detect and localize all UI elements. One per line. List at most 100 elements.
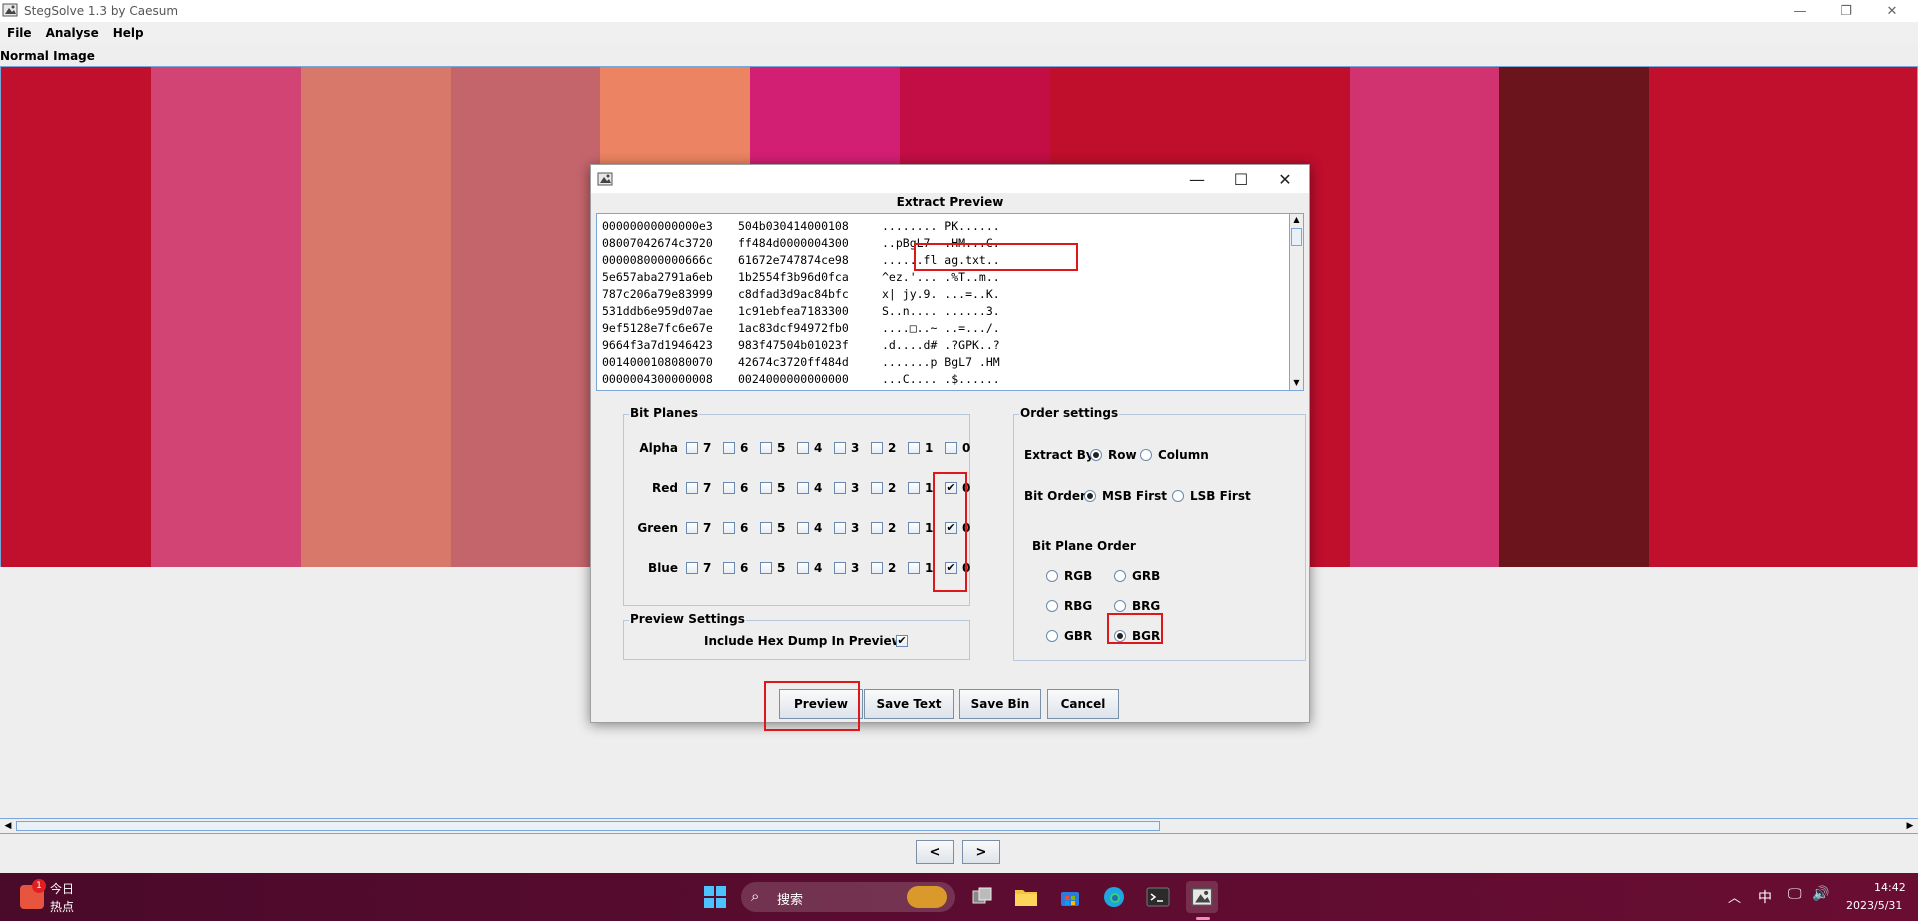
save-text-button[interactable]: Save Text	[864, 689, 954, 719]
bitplane-alpha-bit1-checkbox[interactable]	[908, 442, 920, 454]
bitplane-green-bit2-checkbox[interactable]	[871, 522, 883, 534]
image-stripe	[1349, 67, 1500, 567]
bitplane-blue-bit6-checkbox[interactable]	[723, 562, 735, 574]
bitplane-red-bit1-checkbox[interactable]	[908, 482, 920, 494]
prev-plane-button[interactable]: <	[916, 840, 954, 864]
hex-offset: 0014000108080070	[602, 355, 713, 369]
dialog-title-bar: — ☐ ✕	[591, 165, 1309, 193]
edge-icon[interactable]	[1098, 881, 1130, 913]
plane-order-rgb-label: RGB	[1064, 569, 1093, 583]
hex-bytes: 0024000000000000	[738, 372, 849, 386]
bitplane-green-bit5-checkbox[interactable]	[760, 522, 772, 534]
bitplane-blue-bit1-checkbox[interactable]	[908, 562, 920, 574]
widget-title[interactable]: 今日	[50, 880, 74, 897]
next-plane-button[interactable]: >	[962, 840, 1000, 864]
scroll-right-icon[interactable]: ▶	[1903, 819, 1917, 833]
bitplane-green-bit6-checkbox[interactable]	[723, 522, 735, 534]
app-icon	[597, 171, 613, 187]
hex-offset: 00000000000000e3	[602, 219, 713, 233]
hex-bytes: 983f47504b01023f	[738, 338, 849, 352]
bit-number-label: 6	[740, 441, 749, 455]
horizontal-scrollbar[interactable]: ◀ ▶	[0, 818, 1918, 834]
extract-by-column-radio[interactable]	[1140, 449, 1152, 461]
bitplane-red-bit4-checkbox[interactable]	[797, 482, 809, 494]
hex-row: 787c206a79e83999 c8dfad3d9ac84bfc x| jy.9.…	[602, 286, 1000, 303]
bitplane-red-bit6-checkbox[interactable]	[723, 482, 735, 494]
dialog-maximize-button[interactable]: ☐	[1219, 165, 1263, 193]
dialog-minimize-button[interactable]: —	[1175, 165, 1219, 193]
bitplane-red-bit2-checkbox[interactable]	[871, 482, 883, 494]
cancel-button[interactable]: Cancel	[1047, 689, 1119, 719]
bitplane-blue-bit4-checkbox[interactable]	[797, 562, 809, 574]
bitplane-alpha-bit0-checkbox[interactable]	[945, 442, 957, 454]
volume-icon[interactable]: 🔊	[1812, 886, 1829, 902]
bitplane-alpha-bit4-checkbox[interactable]	[797, 442, 809, 454]
plane-order-rbg-radio[interactable]	[1046, 600, 1058, 612]
image-stripe	[1, 67, 151, 567]
search-box[interactable]: ⌕ 搜索	[741, 882, 955, 912]
terminal-icon[interactable]	[1142, 881, 1174, 913]
clock-time[interactable]: 14:42	[1874, 881, 1906, 894]
bitplane-alpha-bit5-checkbox[interactable]	[760, 442, 772, 454]
scroll-down-icon[interactable]: ▼	[1291, 378, 1302, 389]
bit-number-label: 4	[814, 561, 823, 575]
close-button[interactable]: ✕	[1869, 0, 1915, 22]
save-bin-button[interactable]: Save Bin	[959, 689, 1041, 719]
ime-indicator[interactable]: 中	[1758, 887, 1772, 907]
bitplane-green-bit1-checkbox[interactable]	[908, 522, 920, 534]
minimize-button[interactable]: —	[1777, 0, 1823, 22]
bitplane-alpha-bit3-checkbox[interactable]	[834, 442, 846, 454]
bitplane-blue-bit2-checkbox[interactable]	[871, 562, 883, 574]
bitplane-blue-bit5-checkbox[interactable]	[760, 562, 772, 574]
chevron-up-icon[interactable]: ︿	[1728, 887, 1741, 906]
plane-order-gbr-radio[interactable]	[1046, 630, 1058, 642]
extract-by-row-radio[interactable]	[1090, 449, 1102, 461]
start-icon[interactable]	[699, 881, 731, 913]
msb-first-radio[interactable]	[1084, 490, 1096, 502]
clock-date[interactable]: 2023/5/31	[1846, 899, 1902, 912]
preview-settings-panel: Preview Settings Include Hex Dump In Pre…	[623, 612, 970, 660]
scroll-left-icon[interactable]: ◀	[1, 819, 15, 833]
network-icon[interactable]: 🖵	[1788, 886, 1802, 902]
hex-preview-textarea[interactable]: 00000000000000e3 504b030414000108........…	[596, 213, 1304, 391]
bitplane-red-bit5-checkbox[interactable]	[760, 482, 772, 494]
menu-analyse[interactable]: Analyse	[39, 26, 106, 40]
extract-by-label: Extract By	[1024, 448, 1094, 462]
bitplane-alpha-label: Alpha	[639, 441, 678, 455]
stegsolve-taskbar-icon[interactable]	[1186, 881, 1218, 913]
plane-order-grb-radio[interactable]	[1114, 570, 1126, 582]
include-hex-checkbox[interactable]: ✔	[896, 635, 908, 647]
plane-order-brg-label: BRG	[1132, 599, 1161, 613]
bitplane-alpha-bit2-checkbox[interactable]	[871, 442, 883, 454]
bit-number-label: 6	[740, 521, 749, 535]
menu-help[interactable]: Help	[106, 26, 151, 40]
image-stripe	[1499, 67, 1650, 567]
bit-number-label: 4	[814, 521, 823, 535]
highlight-bit0-column	[933, 472, 967, 592]
bitplane-green-bit4-checkbox[interactable]	[797, 522, 809, 534]
scrollbar-thumb[interactable]	[1291, 228, 1302, 246]
bitplane-red-bit7-checkbox[interactable]	[686, 482, 698, 494]
task-view-icon[interactable]	[966, 881, 998, 913]
scrollbar-thumb[interactable]	[16, 821, 1160, 831]
scroll-up-icon[interactable]: ▲	[1291, 215, 1302, 226]
bitplane-blue-bit7-checkbox[interactable]	[686, 562, 698, 574]
bitplane-green-bit3-checkbox[interactable]	[834, 522, 846, 534]
hex-ascii: ....□..~ ..=.../.	[882, 321, 1000, 335]
file-explorer-icon[interactable]	[1010, 881, 1042, 913]
bitplane-green-bit7-checkbox[interactable]	[686, 522, 698, 534]
hex-bytes: ff484d0000004300	[738, 236, 849, 250]
menu-file[interactable]: File	[0, 26, 39, 40]
bitplane-alpha-bit6-checkbox[interactable]	[723, 442, 735, 454]
store-icon[interactable]	[1054, 881, 1086, 913]
widget-subtitle[interactable]: 热点	[50, 898, 74, 915]
bitplane-alpha-bit7-checkbox[interactable]	[686, 442, 698, 454]
vertical-scrollbar[interactable]: ▲ ▼	[1289, 214, 1303, 390]
plane-order-brg-radio[interactable]	[1114, 600, 1126, 612]
maximize-button[interactable]: ❐	[1823, 0, 1869, 22]
plane-order-rgb-radio[interactable]	[1046, 570, 1058, 582]
bitplane-red-bit3-checkbox[interactable]	[834, 482, 846, 494]
lsb-first-radio[interactable]	[1172, 490, 1184, 502]
dialog-close-button[interactable]: ✕	[1263, 165, 1307, 193]
bitplane-blue-bit3-checkbox[interactable]	[834, 562, 846, 574]
